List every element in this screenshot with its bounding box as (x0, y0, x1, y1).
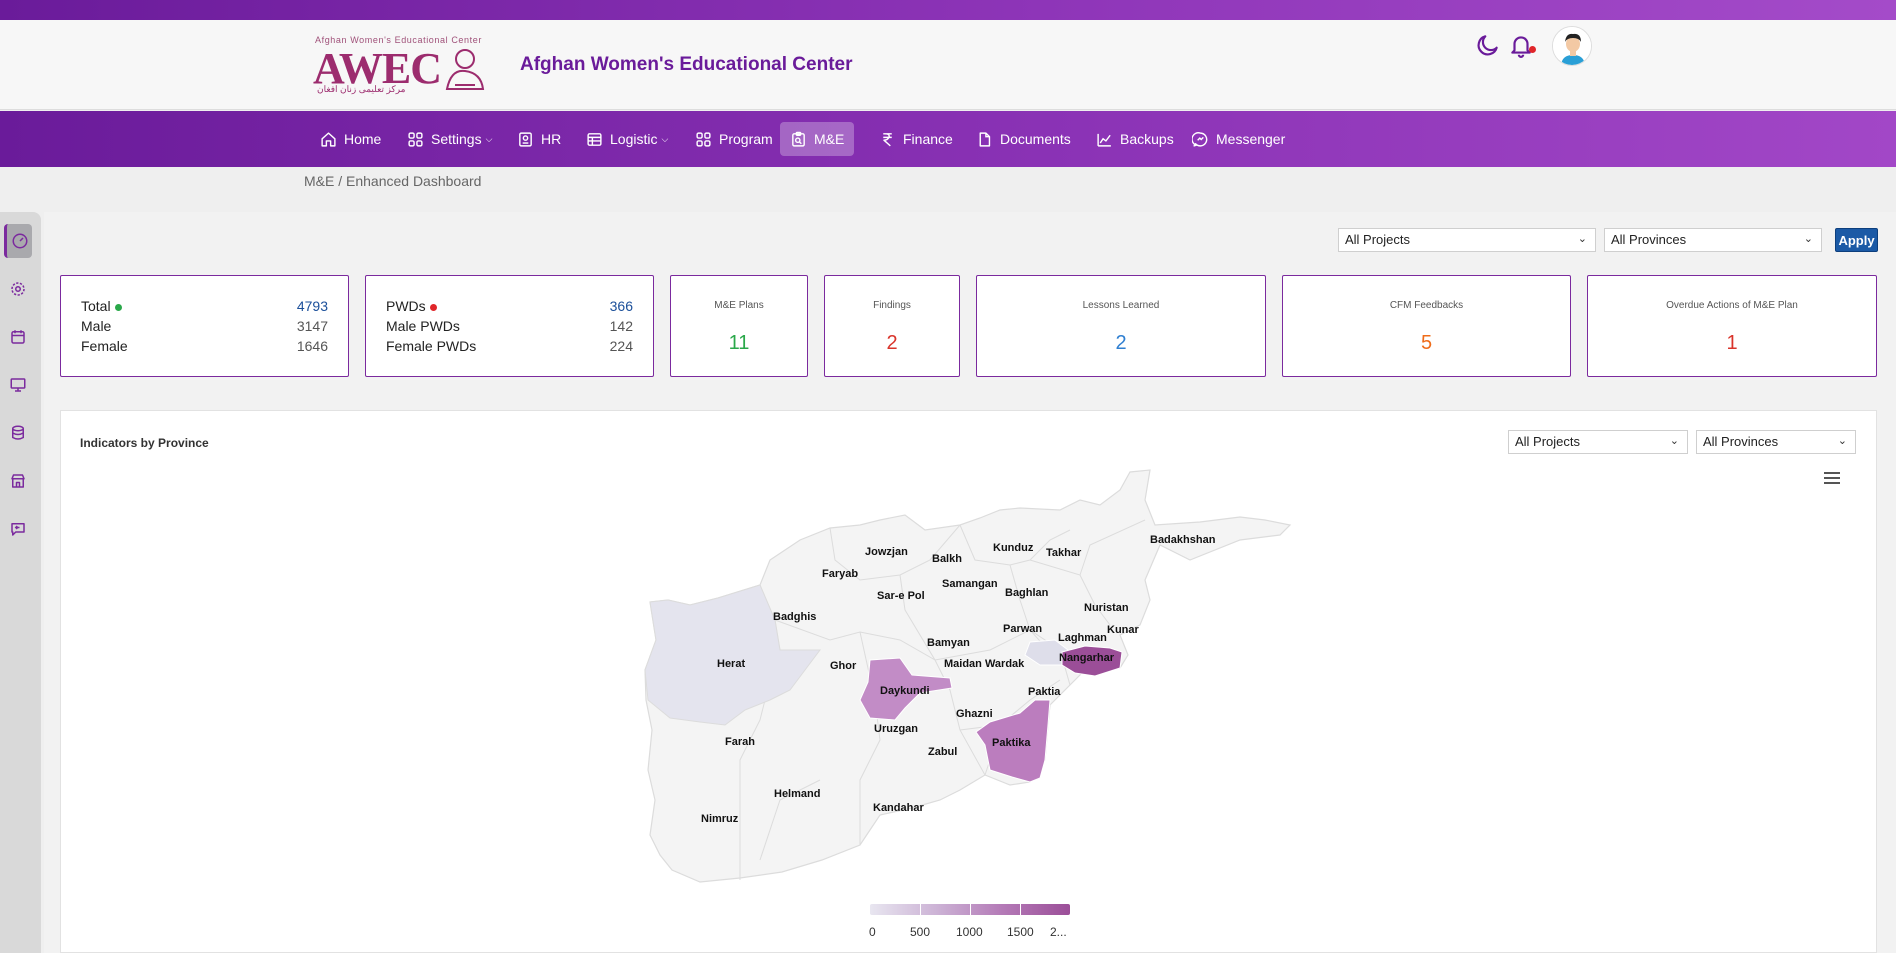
legend-divider (920, 904, 921, 915)
label-badakhshan: Badakhshan (1150, 534, 1216, 546)
label-nuristan: Nuristan (1084, 602, 1129, 614)
legend-label: 0 (869, 925, 876, 939)
legend-label: 1000 (956, 925, 983, 939)
label-balkh: Balkh (932, 553, 962, 565)
label-laghman: Laghman (1058, 632, 1107, 644)
label-kunduz: Kunduz (993, 542, 1034, 554)
label-uruzgan: Uruzgan (874, 723, 918, 735)
legend-divider (1020, 904, 1021, 915)
label-daykundi: Daykundi (880, 685, 930, 697)
label-jowzjan: Jowzjan (865, 546, 908, 558)
label-nangarhar: Nangarhar (1059, 652, 1115, 664)
label-paktika: Paktika (992, 737, 1031, 749)
label-bamyan: Bamyan (927, 637, 970, 649)
label-samangan: Samangan (942, 578, 998, 590)
label-kandahar: Kandahar (873, 802, 924, 814)
legend-label: 1500 (1007, 925, 1034, 939)
label-badghis: Badghis (773, 611, 816, 623)
label-zabul: Zabul (928, 746, 957, 758)
afghanistan-province-map: Badakhshan Jowzjan Balkh Kunduz Takhar F… (644, 469, 1292, 883)
label-farah: Farah (725, 736, 755, 748)
label-ghor: Ghor (830, 660, 857, 672)
label-faryab: Faryab (822, 568, 858, 580)
label-herat: Herat (717, 658, 745, 670)
legend-label: 500 (910, 925, 931, 939)
legend-label: 2... (1050, 925, 1067, 939)
label-takhar: Takhar (1046, 547, 1082, 559)
legend-divider (970, 904, 971, 915)
label-nimruz: Nimruz (701, 813, 739, 825)
label-parwan: Parwan (1003, 623, 1042, 635)
label-ghazni: Ghazni (956, 708, 993, 720)
label-sar-e-pol: Sar-e Pol (877, 590, 925, 602)
label-helmand: Helmand (774, 788, 820, 800)
label-kunar: Kunar (1107, 624, 1140, 636)
label-maidan-wardak: Maidan Wardak (944, 658, 1025, 670)
label-baghlan: Baghlan (1005, 587, 1049, 599)
label-paktia: Paktia (1028, 686, 1061, 698)
